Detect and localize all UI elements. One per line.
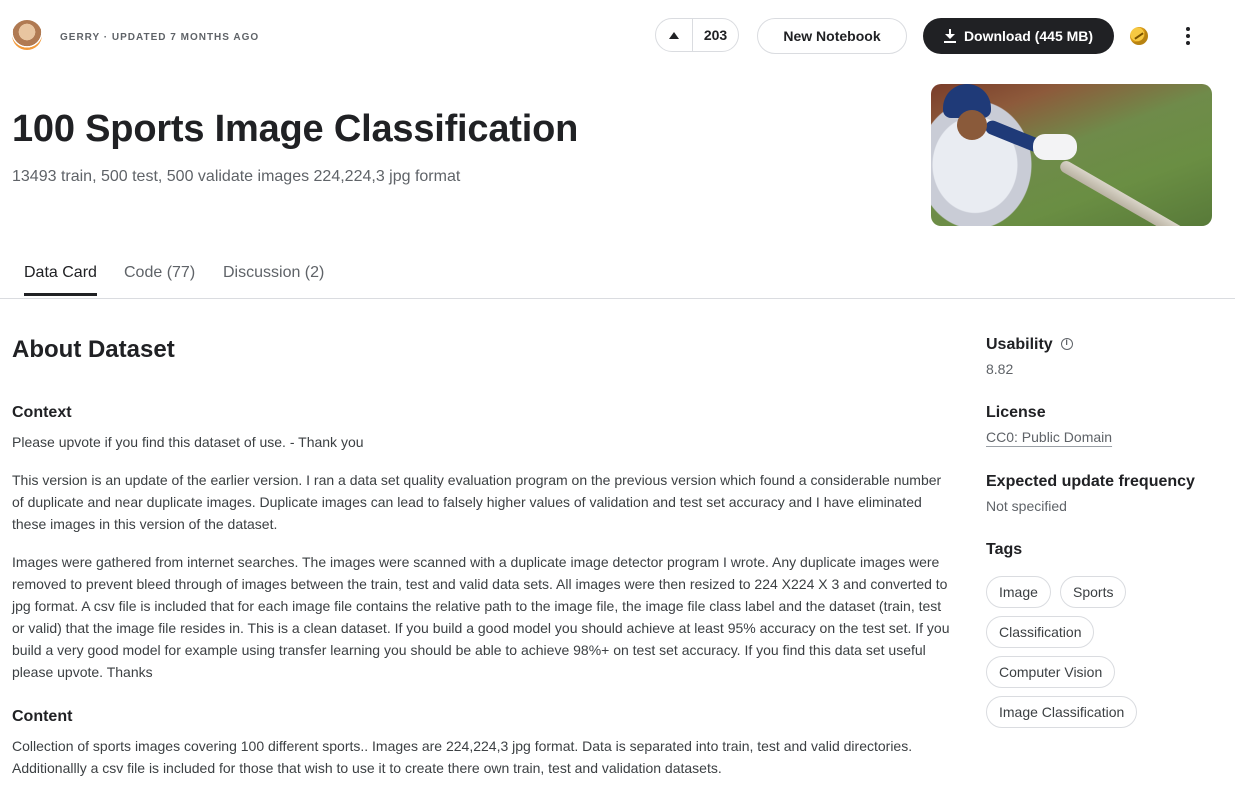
about-heading: About Dataset xyxy=(12,336,175,363)
author-meta: GERRY · UPDATED 7 MONTHS AGO xyxy=(60,32,260,43)
tab-discussion[interactable]: Discussion (2) xyxy=(223,264,324,293)
new-notebook-button[interactable]: New Notebook xyxy=(757,18,907,54)
avatar[interactable] xyxy=(12,20,42,50)
context-paragraph-2: This version is an update of the earlier… xyxy=(12,472,942,532)
context-paragraph-1: Please upvote if you find this dataset o… xyxy=(12,434,364,450)
medal-icon[interactable] xyxy=(1130,27,1148,45)
usability-value: 8.82 xyxy=(986,361,1014,377)
tag-chip-computer-vision[interactable]: Computer Vision xyxy=(986,656,1116,688)
tab-bar: Data Card Code (77) Discussion (2) xyxy=(0,256,1235,299)
context-paragraph-3: Images were gathered from internet searc… xyxy=(12,554,950,680)
dataset-cover-image xyxy=(931,84,1212,226)
info-icon[interactable] xyxy=(1060,337,1073,350)
license-link[interactable]: CC0: Public Domain xyxy=(986,429,1112,445)
upvote-button[interactable] xyxy=(656,19,693,51)
content-heading: Content xyxy=(12,708,73,725)
page-title: 100 Sports Image Classification xyxy=(12,108,579,150)
kebab-menu-icon[interactable] xyxy=(1178,24,1198,48)
content-paragraph: Collection of sports images covering 100… xyxy=(12,738,913,776)
tag-chip-sports[interactable]: Sports xyxy=(1060,576,1127,608)
frequency-label: Expected update frequency xyxy=(986,473,1195,490)
upvote-count: 203 xyxy=(703,27,728,43)
frequency-value: Not specified xyxy=(986,498,1067,514)
tab-data-card[interactable]: Data Card xyxy=(24,264,97,296)
tag-chip-image-classification[interactable]: Image Classification xyxy=(986,696,1138,728)
tag-chip-image[interactable]: Image xyxy=(986,576,1051,608)
top-bar: GERRY · UPDATED 7 MONTHS AGO 203 New Not… xyxy=(0,0,1235,72)
usability-label-text: Usability xyxy=(986,336,1053,353)
download-label: Download (445 MB) xyxy=(963,28,1094,44)
upvote-control[interactable]: 203 xyxy=(655,18,739,52)
usability-label: Usability xyxy=(986,336,1073,354)
tags-label: Tags xyxy=(986,541,1023,558)
page-subtitle: 13493 train, 500 test, 500 validate imag… xyxy=(12,168,461,185)
download-button[interactable]: Download (445 MB) xyxy=(923,18,1114,54)
context-heading: Context xyxy=(12,404,72,421)
license-label: License xyxy=(986,404,1046,421)
triangle-up-icon xyxy=(669,31,679,39)
download-icon xyxy=(943,29,956,43)
tab-code[interactable]: Code (77) xyxy=(124,264,195,293)
tag-chip-classification[interactable]: Classification xyxy=(986,616,1095,648)
